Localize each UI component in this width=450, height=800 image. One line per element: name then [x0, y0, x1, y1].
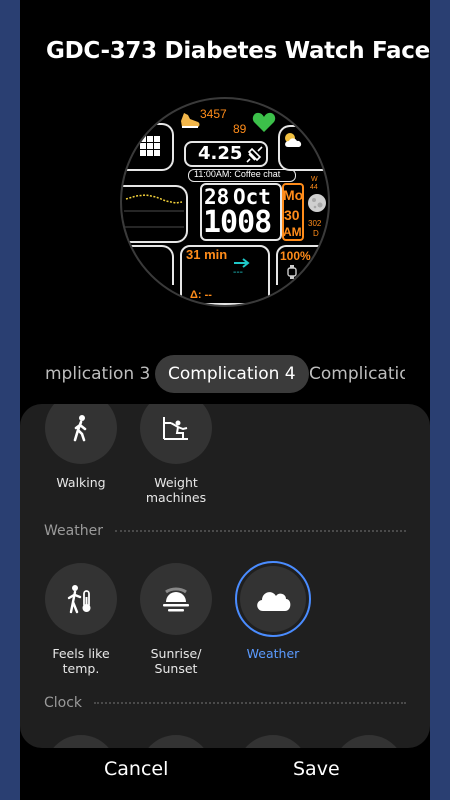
page-title: GDC-373 Diabetes Watch Face — [46, 38, 430, 64]
screen: GDC-373 Diabetes Watch Face 3457 89 4.25… — [20, 0, 430, 800]
feels-like-circle — [45, 563, 117, 635]
moon-top-label: W — [311, 176, 318, 183]
weight-machines-label: Weight machines — [145, 475, 207, 505]
clock-option-4[interactable] — [333, 735, 405, 748]
weekday: Mo — [283, 187, 304, 203]
weather-label: Weather — [246, 646, 300, 661]
option-walking[interactable]: Walking — [36, 404, 126, 490]
syringe-icon — [246, 146, 263, 163]
tab-complication-3[interactable]: mplication 3 — [45, 355, 150, 393]
feels-like-label: Feels like temp. — [52, 646, 110, 676]
partly-cloudy-icon — [285, 133, 302, 147]
save-button[interactable]: Save — [293, 758, 340, 780]
moon-top-value: 44 — [310, 184, 318, 191]
glucose-graph — [124, 194, 184, 228]
complication-tabs: mplication 3 Complication 4 Complication — [20, 355, 430, 393]
sunrise-icon — [163, 587, 189, 612]
clock-option-1[interactable] — [45, 735, 117, 748]
steps-value: 3457 — [200, 107, 227, 121]
clock-section-label: Clock — [44, 695, 83, 711]
heart-rate-value: 89 — [233, 122, 247, 136]
battery-value: 100% — [280, 249, 311, 263]
watch-face-preview: 3457 89 4.25 11:00AM: Coffee chat 28 Oct… — [120, 97, 330, 307]
watch-icon — [287, 265, 297, 279]
bottom-left-frame — [122, 245, 174, 285]
time-display: 1008 — [203, 205, 272, 240]
complication-options-panel: Walking Weight machines Weather Feels li… — [20, 404, 430, 748]
shoe-icon — [181, 113, 200, 128]
weight-machine-icon — [163, 417, 188, 440]
option-weight-machines[interactable]: Weight machines — [131, 404, 221, 505]
tab-complication-5[interactable]: Complication — [309, 355, 405, 393]
tab-complication-4[interactable]: Complication 4 — [155, 355, 309, 393]
moon-bottom-label: D — [313, 229, 319, 238]
walking-label: Walking — [56, 475, 106, 490]
weather-circle-selected — [235, 561, 311, 637]
event-text: 11:00AM: Coffee chat — [194, 169, 281, 179]
section-divider — [94, 702, 406, 704]
glucose-value: 4.25 — [198, 143, 243, 164]
seconds: 30 — [284, 207, 300, 223]
option-sunrise-sunset[interactable]: Sunrise/ Sunset — [131, 563, 221, 676]
option-weather[interactable]: Weather — [228, 561, 318, 661]
ampm: AM — [283, 225, 302, 239]
section-divider — [114, 530, 406, 532]
moon-icon — [308, 194, 326, 212]
weather-section-label: Weather — [44, 523, 103, 539]
trend-value: --- — [233, 267, 243, 278]
cancel-button[interactable]: Cancel — [104, 758, 168, 780]
outer-frame-left — [122, 123, 174, 171]
sunrise-circle — [140, 563, 212, 635]
walking-icon — [73, 415, 87, 442]
clock-section-header: Clock — [44, 695, 406, 711]
option-feels-like-temp[interactable]: Feels like temp. — [36, 563, 126, 676]
cloud-icon — [257, 592, 291, 611]
moon-bottom-value: 302 — [308, 219, 322, 228]
clock-option-3[interactable] — [237, 735, 309, 748]
weight-machines-circle — [140, 404, 212, 464]
clock-option-2[interactable] — [140, 735, 212, 748]
delta-value: Δ: -- — [190, 289, 212, 301]
duration-value: 31 min — [186, 247, 228, 262]
thermometer-person-icon — [67, 585, 91, 614]
heart-icon — [252, 112, 276, 132]
sunrise-label: Sunrise/ Sunset — [150, 646, 202, 676]
walking-circle — [45, 404, 117, 464]
weather-section-header: Weather — [44, 523, 406, 539]
